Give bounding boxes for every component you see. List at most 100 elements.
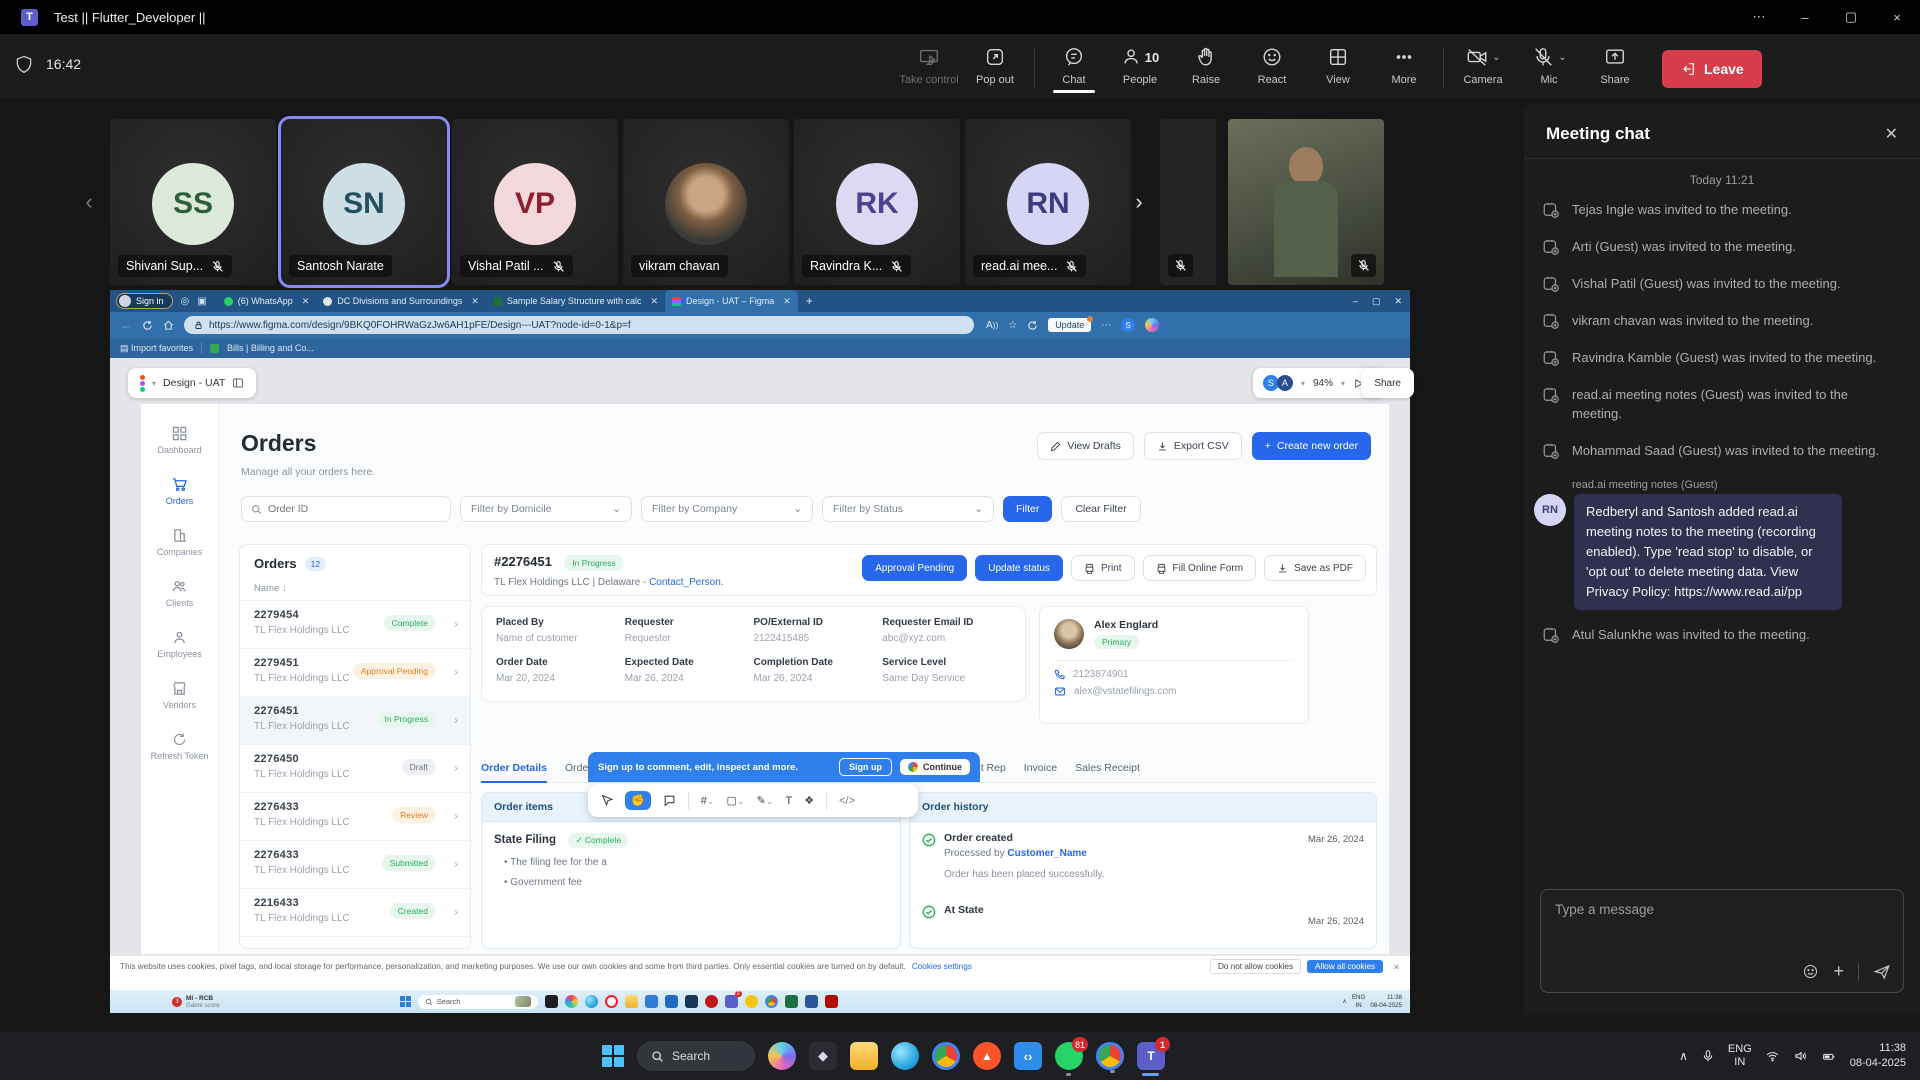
start-button[interactable] [602,1045,624,1067]
chat-message-bubble[interactable]: Redberyl and Santosh added read.ai meeti… [1574,494,1842,610]
participant-tile[interactable]: VP Vishal Patil ... [452,119,618,285]
browser-close-icon[interactable]: ✕ [1394,296,1402,307]
app-icon-file-explorer[interactable] [625,995,638,1008]
window-minimize-icon[interactable]: – [1782,10,1828,25]
camera-button[interactable]: ⌄ Camera [1450,40,1516,86]
tab-close-icon[interactable]: ✕ [302,296,310,307]
tab-close-icon[interactable]: ✕ [650,296,658,307]
tab-sales-receipt[interactable]: Sales Receipt [1075,762,1140,774]
tray-volume-icon[interactable] [1793,1049,1808,1063]
text-tool-icon[interactable]: T [786,795,793,807]
contact-email[interactable]: alex@vstatefilings.com [1074,686,1176,697]
tray-wifi-icon[interactable] [1765,1050,1780,1063]
new-tab-icon[interactable]: + [806,294,813,308]
export-csv-button[interactable]: Export CSV [1144,432,1242,460]
tray-chevron-icon[interactable]: ∧ [1679,1049,1688,1063]
sidebar-item-dashboard[interactable]: Dashboard [141,426,218,455]
participant-tile[interactable]: SS Shivani Sup... [110,119,276,285]
taskbar-search[interactable]: Search [637,1041,755,1071]
cookie-settings-link[interactable]: Cookies settings [912,962,972,971]
order-row[interactable]: 2276450TL Flex Holdings LLC Draft› [240,745,470,793]
filter-status-select[interactable]: Filter by Status⌄ [822,496,994,522]
app-icon-mcafee[interactable] [705,995,718,1008]
collaborator-avatar-a[interactable]: A [1277,375,1293,391]
copilot-icon[interactable] [1145,318,1159,332]
sidebar-item-companies[interactable]: Companies [141,528,218,557]
filter-domicile-select[interactable]: Filter by Domicile⌄ [460,496,632,522]
deny-cookies-button[interactable]: Do not allow cookies [1210,959,1301,974]
app-icon-photos[interactable] [565,995,578,1008]
sidebar-item-refresh-token[interactable]: Refresh Token [141,732,218,761]
component-tool-icon[interactable]: ❖ [804,794,814,807]
browser-more-icon[interactable]: ⋯ [1101,320,1111,331]
participant-tile-partial[interactable] [1160,119,1216,285]
hand-tool-icon[interactable]: ✊ [625,791,651,810]
tray-language[interactable]: ENGIN [1728,1043,1752,1069]
browser-tab-excel[interactable]: Sample Salary Structure with calc✕ [486,290,665,312]
favorites-star-icon[interactable]: ☆ [1008,320,1017,331]
cookie-close-icon[interactable]: ✕ [1393,962,1400,972]
tab-invoice[interactable]: Invoice [1024,762,1057,774]
approval-pending-button[interactable]: Approval Pending [862,555,967,581]
shared-search-box[interactable]: Search [418,995,538,1009]
contact-person-link[interactable]: Contact_Person. [649,577,724,588]
window-close-icon[interactable]: × [1874,10,1920,25]
taskbar-teams-icon[interactable]: T1 [1137,1042,1165,1070]
browser-minimize-icon[interactable]: – [1353,296,1358,307]
app-icon-acrobat[interactable] [825,995,838,1008]
taskbar-copilot-icon[interactable] [768,1042,796,1070]
cursor-tool-icon[interactable] [600,794,613,807]
filter-company-select[interactable]: Filter by Company⌄ [641,496,813,522]
read-aloud-icon[interactable]: A)) [986,320,998,331]
import-favorites-button[interactable]: ▤ Import favorites [120,343,193,354]
taskbar-brave-icon[interactable]: ▲ [973,1042,1001,1070]
app-icon-norton[interactable] [745,995,758,1008]
dev-mode-icon[interactable]: </> [839,795,855,807]
app-icon-outlook[interactable] [665,995,678,1008]
window-maximize-icon[interactable]: ▢ [1828,9,1874,25]
tab-close-icon[interactable]: ✕ [471,296,479,307]
tab-preview-icon[interactable]: ▣ [197,296,206,307]
tab-order-details[interactable]: Order Details [481,762,547,774]
order-row-selected[interactable]: 2276451TL Flex Holdings LLC In Progress› [240,697,470,745]
app-icon-opera[interactable] [605,995,618,1008]
tray-battery-icon[interactable] [1821,1050,1837,1063]
google-continue-button[interactable]: Continue [900,759,970,775]
browser-maximize-icon[interactable]: ▢ [1372,296,1381,307]
signup-button[interactable]: Sign up [839,758,892,776]
sync-icon[interactable] [1027,320,1038,331]
fill-online-form-button[interactable]: Fill Online Form [1143,555,1257,581]
order-id-search[interactable] [241,496,451,522]
view-button[interactable]: View [1305,40,1371,86]
zoom-level[interactable]: 94% [1313,378,1333,389]
browser-signin-button[interactable]: Sign in [116,293,173,309]
filter-button[interactable]: Filter [1003,496,1052,522]
app-icon-calculator[interactable] [645,995,658,1008]
back-icon[interactable]: ← [120,318,132,332]
tray-chevron-icon[interactable]: ∧ [1342,998,1347,1005]
tiles-scroll-left-icon[interactable]: ‹ [78,182,100,222]
sidebar-item-employees[interactable]: Employees [141,630,218,659]
participant-tile[interactable]: vikram chavan [623,119,789,285]
workspaces-icon[interactable]: ◎ [181,296,190,307]
pen-tool-icon[interactable]: ✎⌄ [757,794,774,807]
start-button-icon[interactable] [400,996,411,1007]
mic-button[interactable]: ⌄ Mic [1516,40,1582,86]
zoom-chevron-icon[interactable]: ▾ [1341,379,1345,388]
shared-system-tray[interactable]: ∧ ENGIN 11:3808-04-2025 [1342,994,1402,1010]
browser-profile-avatar[interactable]: S [1121,318,1135,332]
app-icon-office[interactable] [685,995,698,1008]
app-icon-edge[interactable] [585,995,598,1008]
participant-video-tile[interactable] [1228,119,1384,285]
app-icon-teams[interactable]: 2 [725,995,738,1008]
contact-phone[interactable]: 2123874901 [1073,669,1129,680]
clear-filter-button[interactable]: Clear Filter [1061,496,1140,522]
chat-compose-box[interactable]: + [1540,889,1904,993]
tiles-scroll-right-icon[interactable]: › [1124,182,1154,222]
list-column-header[interactable]: Name ↓ [240,579,470,601]
bookmark-bills[interactable]: Bills | Billing and Co... [227,343,314,353]
chevron-down-icon[interactable]: ▾ [1301,379,1305,388]
react-button[interactable]: React [1239,40,1305,86]
chat-button[interactable]: Chat [1041,40,1107,86]
shape-tool-icon[interactable]: ▢⌄ [727,794,745,807]
